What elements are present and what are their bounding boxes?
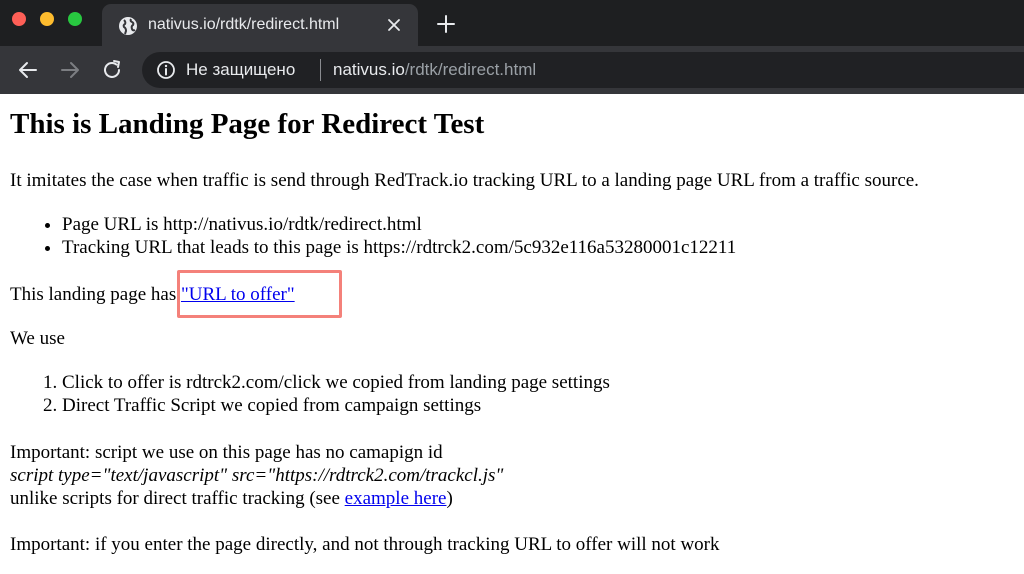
browser-tab[interactable]: nativus.io/rdtk/redirect.html	[102, 4, 418, 46]
script-tag-text: script type="text/javascript" src="https…	[10, 465, 504, 486]
important-note-direct: Important: if you enter the page directl…	[10, 534, 720, 555]
list-item: Direct Traffic Script we copied from cam…	[62, 394, 610, 417]
tab-title: nativus.io/rdtk/redirect.html	[148, 16, 340, 33]
steps-list: Click to offer is rdtrck2.com/click we c…	[0, 371, 610, 417]
url-host: nativus.io	[333, 60, 405, 79]
list-item: Tracking URL that leads to this page is …	[62, 236, 736, 259]
tab-bar: nativus.io/rdtk/redirect.html	[0, 0, 1024, 46]
list-item: Page URL is http://nativus.io/rdtk/redir…	[62, 213, 736, 236]
back-arrow-icon[interactable]	[16, 58, 40, 82]
info-icon[interactable]	[156, 60, 176, 80]
example-here-link[interactable]: example here	[345, 488, 447, 509]
page-content: This is Landing Page for Redirect Test I…	[0, 94, 1024, 574]
page-info-list: Page URL is http://nativus.io/rdtk/redir…	[0, 213, 736, 259]
offer-paragraph: This landing page has "URL to offer"	[10, 283, 295, 306]
reload-icon[interactable]	[100, 58, 124, 82]
url-text[interactable]: nativus.io/rdtk/redirect.html	[333, 58, 536, 82]
address-bar[interactable]: Не защищено nativus.io/rdtk/redirect.htm…	[142, 52, 1024, 88]
plus-icon[interactable]	[436, 14, 456, 34]
minimize-window-button[interactable]	[40, 12, 54, 26]
maximize-window-button[interactable]	[68, 12, 82, 26]
unlike-suffix: )	[446, 488, 453, 509]
unlike-prefix: unlike scripts for direct traffic tracki…	[10, 488, 345, 509]
offer-prefix: This landing page has	[10, 284, 181, 305]
we-use-text: We use	[10, 328, 65, 349]
url-path: /rdtk/redirect.html	[404, 60, 537, 79]
important-note-script: Important: script we use on this page ha…	[10, 441, 503, 510]
close-tab-icon[interactable]	[386, 17, 402, 33]
globe-icon	[119, 17, 137, 35]
omnibox-divider	[320, 59, 321, 81]
forward-arrow-icon[interactable]	[58, 58, 82, 82]
close-window-button[interactable]	[12, 12, 26, 26]
security-status[interactable]: Не защищено	[186, 58, 295, 82]
intro-paragraph: It imitates the case when traffic is sen…	[10, 170, 919, 191]
important-text: Important: script we use on this page ha…	[10, 442, 443, 463]
browser-toolbar: Не защищено nativus.io/rdtk/redirect.htm…	[0, 46, 1024, 94]
url-to-offer-link[interactable]: "URL to offer"	[181, 284, 295, 305]
list-item: Click to offer is rdtrck2.com/click we c…	[62, 371, 610, 394]
page-title: This is Landing Page for Redirect Test	[10, 108, 485, 140]
